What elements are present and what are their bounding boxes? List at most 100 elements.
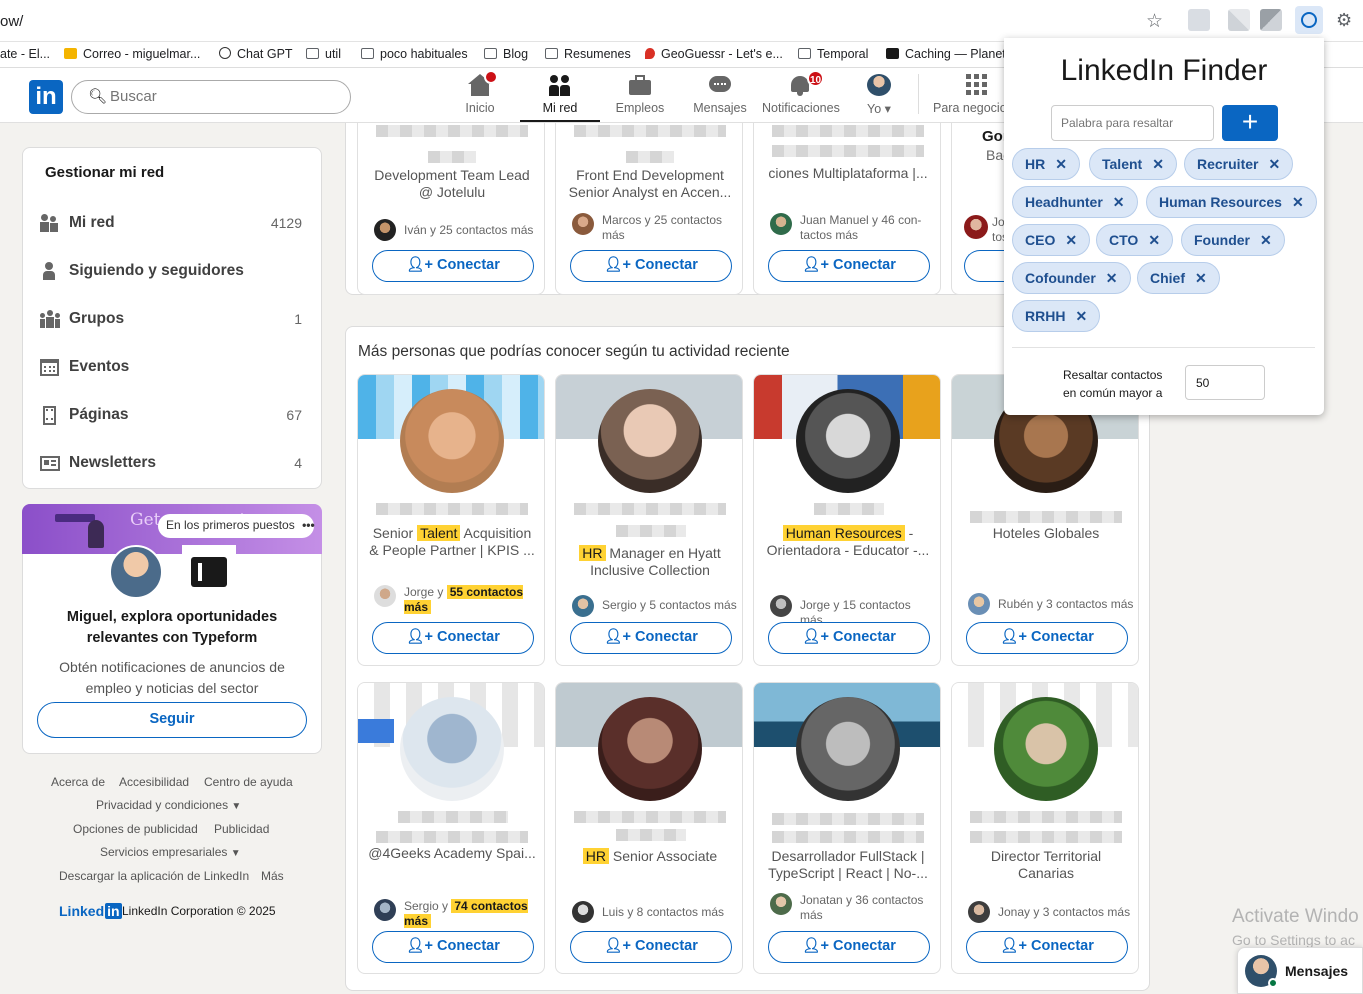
active-tab-indicator bbox=[520, 120, 600, 122]
more-options-icon[interactable]: ••• bbox=[302, 518, 315, 532]
person-card[interactable]: Hoteles Globales Rubén y 3 contactos más… bbox=[951, 374, 1139, 666]
add-keyword-button[interactable]: + bbox=[1222, 105, 1278, 141]
avatar bbox=[400, 697, 504, 801]
sidebar-item-eventos[interactable]: Eventos bbox=[40, 356, 302, 380]
extension-icon[interactable] bbox=[1260, 9, 1282, 31]
notification-dot bbox=[484, 70, 498, 84]
avatar bbox=[374, 585, 396, 607]
connect-button[interactable]: 👤︎+ Conectar bbox=[768, 250, 930, 282]
remove-tag-icon[interactable]: ✕ bbox=[1106, 270, 1118, 286]
blurred-name bbox=[626, 151, 674, 163]
remove-tag-icon[interactable]: ✕ bbox=[1260, 232, 1272, 248]
bookmark-item[interactable]: Caching — PlanetS bbox=[886, 47, 1014, 61]
bookmark-item[interactable]: ate - El... bbox=[0, 47, 50, 61]
extension-icon[interactable] bbox=[1188, 9, 1210, 31]
connect-button[interactable]: 👤︎+ Conectar bbox=[570, 931, 732, 963]
blurred-name bbox=[376, 503, 528, 515]
sidebar-item-siguiendo[interactable]: Siguiendo y seguidores bbox=[40, 260, 302, 284]
person-card[interactable]: Desarrollador FullStack | TypeScript | R… bbox=[753, 682, 941, 974]
connect-button[interactable]: 👤︎+ Conectar bbox=[768, 622, 930, 654]
sidebar-item-newsletters[interactable]: Newsletters 4 bbox=[40, 452, 302, 476]
url-field[interactable]: ow/ bbox=[0, 13, 23, 30]
sidebar-item-label: Mi red bbox=[69, 214, 115, 231]
person-card[interactable]: Human Resources - Orientadora - Educator… bbox=[753, 374, 941, 666]
extension-icon[interactable] bbox=[1228, 9, 1250, 31]
connect-button[interactable]: 👤︎+ Conectar bbox=[966, 931, 1128, 963]
bookmark-item[interactable]: GeoGuessr - Let's e... bbox=[645, 47, 783, 61]
footer-link[interactable]: Privacidad y condiciones ▼ bbox=[96, 798, 241, 812]
remove-tag-icon[interactable]: ✕ bbox=[1195, 270, 1207, 286]
remove-tag-icon[interactable]: ✕ bbox=[1055, 156, 1067, 172]
bookmark-item[interactable]: Correo - miguelmar... bbox=[64, 47, 200, 61]
connect-button[interactable]: 👤︎+ Conectar bbox=[372, 250, 534, 282]
person-card[interactable]: HR Manager en Hyatt Inclusive Collection… bbox=[555, 374, 743, 666]
nav-item-mi-red[interactable]: Mi red bbox=[539, 74, 581, 115]
footer-link[interactable]: Descargar la aplicación de LinkedIn bbox=[59, 869, 249, 883]
online-status-dot bbox=[1268, 978, 1278, 988]
remove-tag-icon[interactable]: ✕ bbox=[1148, 232, 1160, 248]
linkedin-finder-extension-icon[interactable] bbox=[1295, 6, 1323, 34]
person-card[interactable]: Development Team Lead @ Jotelulu Iván y … bbox=[357, 123, 545, 295]
remove-tag-icon[interactable]: ✕ bbox=[1065, 232, 1077, 248]
remove-tag-icon[interactable]: ✕ bbox=[1113, 194, 1125, 210]
connect-button[interactable]: 👤︎+ Conectar bbox=[768, 931, 930, 963]
sidebar-item-grupos[interactable]: Grupos 1 bbox=[40, 308, 302, 332]
nav-item-yo[interactable]: Yo ▾ bbox=[864, 74, 894, 116]
follow-button[interactable]: Seguir bbox=[37, 702, 307, 738]
nav-item-para-negocios[interactable]: Para negocios bbox=[933, 74, 1013, 115]
person-card[interactable]: @4Geeks Academy Spai... Sergio y 74 cont… bbox=[357, 682, 545, 974]
sidebar-item-paginas[interactable]: Páginas 67 bbox=[40, 404, 302, 428]
bookmark-folder[interactable]: Resumenes bbox=[545, 47, 631, 61]
keyword-input[interactable] bbox=[1051, 105, 1214, 141]
sidebar-item-mi-red[interactable]: Mi red 4129 bbox=[40, 212, 302, 236]
nav-item-inicio[interactable]: Inicio bbox=[460, 70, 500, 115]
connect-button[interactable] bbox=[964, 250, 1005, 282]
footer-link[interactable]: Centro de ayuda bbox=[204, 775, 293, 789]
connect-button[interactable]: 👤︎+ Conectar bbox=[372, 931, 534, 963]
remove-tag-icon[interactable]: ✕ bbox=[1292, 194, 1304, 210]
search-icon: 🔍︎ bbox=[88, 88, 108, 105]
connect-button[interactable]: 👤︎+ Conectar bbox=[570, 622, 732, 654]
blurred-name bbox=[574, 811, 726, 823]
ad-pill: En los primeros puestos ••• bbox=[158, 514, 315, 538]
nav-item-empleos[interactable]: Empleos bbox=[615, 74, 665, 115]
bookmark-folder[interactable]: poco habituales bbox=[361, 47, 468, 61]
bookmark-folder[interactable]: Blog bbox=[484, 47, 528, 61]
footer-link[interactable]: Acerca de bbox=[51, 775, 105, 789]
popup-divider bbox=[1012, 347, 1315, 348]
person-card[interactable]: Front End Development Senior Analyst en … bbox=[555, 123, 743, 295]
avatar bbox=[994, 697, 1098, 801]
nav-item-mensajes[interactable]: Mensajes bbox=[693, 74, 747, 115]
linkedin-footer-logo: Linked in bbox=[59, 903, 122, 919]
blurred-name bbox=[772, 813, 924, 825]
person-card[interactable]: Senior Talent Acquisition & People Partn… bbox=[357, 374, 545, 666]
bookmark-star-icon[interactable]: ☆ bbox=[1146, 10, 1163, 33]
remove-tag-icon[interactable]: ✕ bbox=[1152, 156, 1164, 172]
footer-link[interactable]: Accesibilidad bbox=[119, 775, 189, 789]
bookmark-folder[interactable]: Temporal bbox=[798, 47, 868, 61]
bookmark-folder[interactable]: util bbox=[306, 47, 341, 61]
footer-link[interactable]: Opciones de publicidad bbox=[73, 822, 198, 836]
remove-tag-icon[interactable]: ✕ bbox=[1268, 156, 1280, 172]
messaging-label: Mensajes bbox=[1285, 963, 1349, 979]
footer-link[interactable]: Publicidad bbox=[214, 822, 269, 836]
connect-button[interactable]: 👤︎+ Conectar bbox=[966, 622, 1128, 654]
threshold-input[interactable] bbox=[1185, 365, 1265, 400]
person-card[interactable]: Gor Bac Jo tos bbox=[951, 123, 1005, 295]
remove-tag-icon[interactable]: ✕ bbox=[1075, 308, 1087, 324]
ad-pill-text: En los primeros puestos bbox=[166, 518, 295, 532]
section-title: Más personas que podrías conocer según t… bbox=[358, 343, 790, 360]
person-card[interactable]: Director Territorial Canarias Jonay y 3 … bbox=[951, 682, 1139, 974]
connect-button[interactable]: 👤︎+ Conectar bbox=[570, 250, 732, 282]
footer-link[interactable]: Servicios empresariales ▼ bbox=[100, 845, 241, 859]
person-card[interactable]: ciones Multiplataforma |... Juan Manuel … bbox=[753, 123, 941, 295]
bookmark-item[interactable]: Chat GPT bbox=[219, 47, 293, 61]
person-card[interactable]: HR Senior Associate Luis y 8 contactos m… bbox=[555, 682, 743, 974]
nav-item-notificaciones[interactable]: 10 Notificaciones bbox=[762, 70, 840, 115]
sidebar-item-label: Eventos bbox=[69, 358, 130, 375]
linkedin-logo[interactable]: in bbox=[29, 80, 63, 114]
footer-link[interactable]: Más bbox=[261, 869, 284, 883]
search-input[interactable] bbox=[110, 88, 310, 105]
connect-button[interactable]: 👤︎+ Conectar bbox=[372, 622, 534, 654]
extensions-puzzle-icon[interactable]: ⚙ bbox=[1336, 10, 1352, 31]
